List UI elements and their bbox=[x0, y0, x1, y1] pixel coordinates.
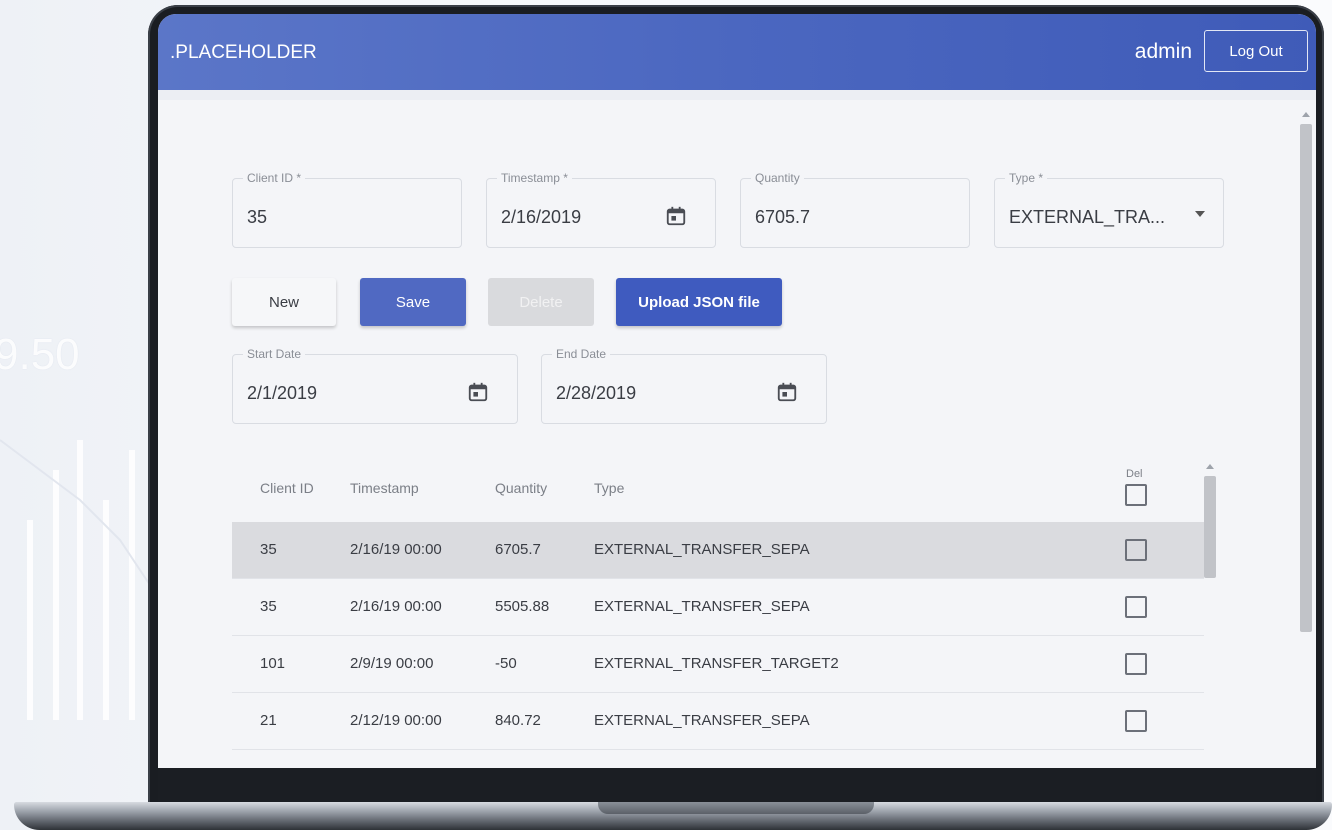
cell-client-id: 21 bbox=[260, 712, 277, 729]
table-scrollbar[interactable] bbox=[1202, 458, 1218, 768]
column-header-del: Del bbox=[1126, 468, 1143, 480]
quantity-field[interactable]: Quantity 6705.7 bbox=[740, 171, 970, 248]
end-date-field[interactable]: End Date 2/28/2019 bbox=[541, 347, 827, 424]
page-scroll-thumb[interactable] bbox=[1300, 124, 1312, 632]
save-button[interactable]: Save bbox=[360, 278, 466, 326]
timestamp-value: 2/16/2019 bbox=[501, 207, 582, 227]
background-chart-decoration bbox=[0, 439, 160, 720]
logout-button[interactable]: Log Out bbox=[1204, 30, 1308, 72]
calendar-icon[interactable] bbox=[665, 205, 687, 227]
upload-json-button[interactable]: Upload JSON file bbox=[616, 278, 782, 326]
table-scroll-thumb[interactable] bbox=[1204, 476, 1216, 578]
column-header-timestamp[interactable]: Timestamp bbox=[350, 480, 419, 496]
table-row[interactable]: 35 2/16/19 00:00 6705.7 EXTERNAL_TRANSFE… bbox=[232, 522, 1204, 579]
quantity-value: 6705.7 bbox=[755, 207, 811, 227]
dropdown-arrow-icon[interactable] bbox=[1195, 211, 1205, 217]
calendar-icon[interactable] bbox=[776, 381, 798, 403]
start-date-value: 2/1/2019 bbox=[247, 383, 318, 403]
type-select[interactable]: Type * EXTERNAL_TRA... bbox=[994, 171, 1224, 248]
cell-quantity: 5505.88 bbox=[495, 598, 550, 615]
cell-type: EXTERNAL_TRANSFER_SEPA bbox=[594, 712, 810, 729]
client-id-value: 35 bbox=[247, 207, 268, 227]
new-button[interactable]: New bbox=[232, 278, 336, 326]
cell-timestamp: 2/12/19 00:00 bbox=[350, 712, 442, 729]
end-date-label: End Date bbox=[552, 347, 611, 361]
table-row[interactable]: 35 2/16/19 00:00 5505.88 EXTERNAL_TRANSF… bbox=[232, 579, 1204, 636]
cell-quantity: 840.72 bbox=[495, 712, 541, 729]
cell-client-id: 35 bbox=[260, 541, 277, 558]
table-row[interactable]: 101 2/9/19 00:00 -50 EXTERNAL_TRANSFER_T… bbox=[232, 636, 1204, 693]
user-name: admin bbox=[1134, 40, 1192, 63]
scroll-up-arrow-icon[interactable] bbox=[1302, 112, 1310, 117]
cell-client-id: 35 bbox=[260, 598, 277, 615]
scroll-up-arrow-icon[interactable] bbox=[1206, 464, 1214, 469]
calendar-icon[interactable] bbox=[467, 381, 489, 403]
app-screen: .PLACEHOLDER admin Log Out Client ID * 3… bbox=[158, 14, 1316, 768]
start-date-label: Start Date bbox=[243, 347, 306, 361]
delete-checkbox[interactable] bbox=[1125, 596, 1147, 618]
laptop-notch bbox=[598, 802, 874, 814]
cell-timestamp: 2/16/19 00:00 bbox=[350, 598, 442, 615]
column-header-client-id[interactable]: Client ID bbox=[260, 480, 314, 496]
app-bar: .PLACEHOLDER admin Log Out bbox=[158, 14, 1316, 90]
table-row[interactable]: 21 2/12/19 00:00 840.72 EXTERNAL_TRANSFE… bbox=[232, 693, 1204, 750]
column-header-quantity[interactable]: Quantity bbox=[495, 480, 547, 496]
transactions-table: Client ID Timestamp Quantity Type Del 35… bbox=[232, 458, 1204, 750]
table-header: Client ID Timestamp Quantity Type Del bbox=[232, 458, 1204, 522]
cell-quantity: 6705.7 bbox=[495, 541, 541, 558]
delete-checkbox[interactable] bbox=[1125, 710, 1147, 732]
timestamp-label: Timestamp * bbox=[497, 171, 572, 185]
laptop-bezel bbox=[158, 768, 1316, 802]
page-scrollbar[interactable] bbox=[1298, 106, 1314, 768]
cell-quantity: -50 bbox=[495, 655, 517, 672]
appbar-shadow bbox=[158, 90, 1316, 100]
quantity-label: Quantity bbox=[751, 171, 804, 185]
cell-client-id: 101 bbox=[260, 655, 286, 672]
end-date-value: 2/28/2019 bbox=[556, 383, 637, 403]
client-id-label: Client ID * bbox=[243, 171, 306, 185]
cell-type: EXTERNAL_TRANSFER_SEPA bbox=[594, 598, 810, 615]
type-label: Type * bbox=[1005, 171, 1048, 185]
delete-button[interactable]: Delete bbox=[488, 278, 594, 326]
column-header-type[interactable]: Type bbox=[594, 480, 624, 496]
start-date-field[interactable]: Start Date 2/1/2019 bbox=[232, 347, 518, 424]
cell-timestamp: 2/16/19 00:00 bbox=[350, 541, 442, 558]
cell-timestamp: 2/9/19 00:00 bbox=[350, 655, 434, 672]
timestamp-field[interactable]: Timestamp * 2/16/2019 bbox=[486, 171, 716, 248]
cell-type: EXTERNAL_TRANSFER_TARGET2 bbox=[594, 655, 839, 672]
background-number: 9.50 bbox=[0, 330, 80, 379]
client-id-field[interactable]: Client ID * 35 bbox=[232, 171, 462, 248]
cell-type: EXTERNAL_TRANSFER_SEPA bbox=[594, 541, 810, 558]
app-title: .PLACEHOLDER bbox=[170, 42, 317, 63]
type-value: EXTERNAL_TRA... bbox=[1009, 207, 1166, 227]
select-all-checkbox[interactable] bbox=[1125, 484, 1147, 506]
delete-checkbox[interactable] bbox=[1125, 653, 1147, 675]
delete-checkbox[interactable] bbox=[1125, 539, 1147, 561]
